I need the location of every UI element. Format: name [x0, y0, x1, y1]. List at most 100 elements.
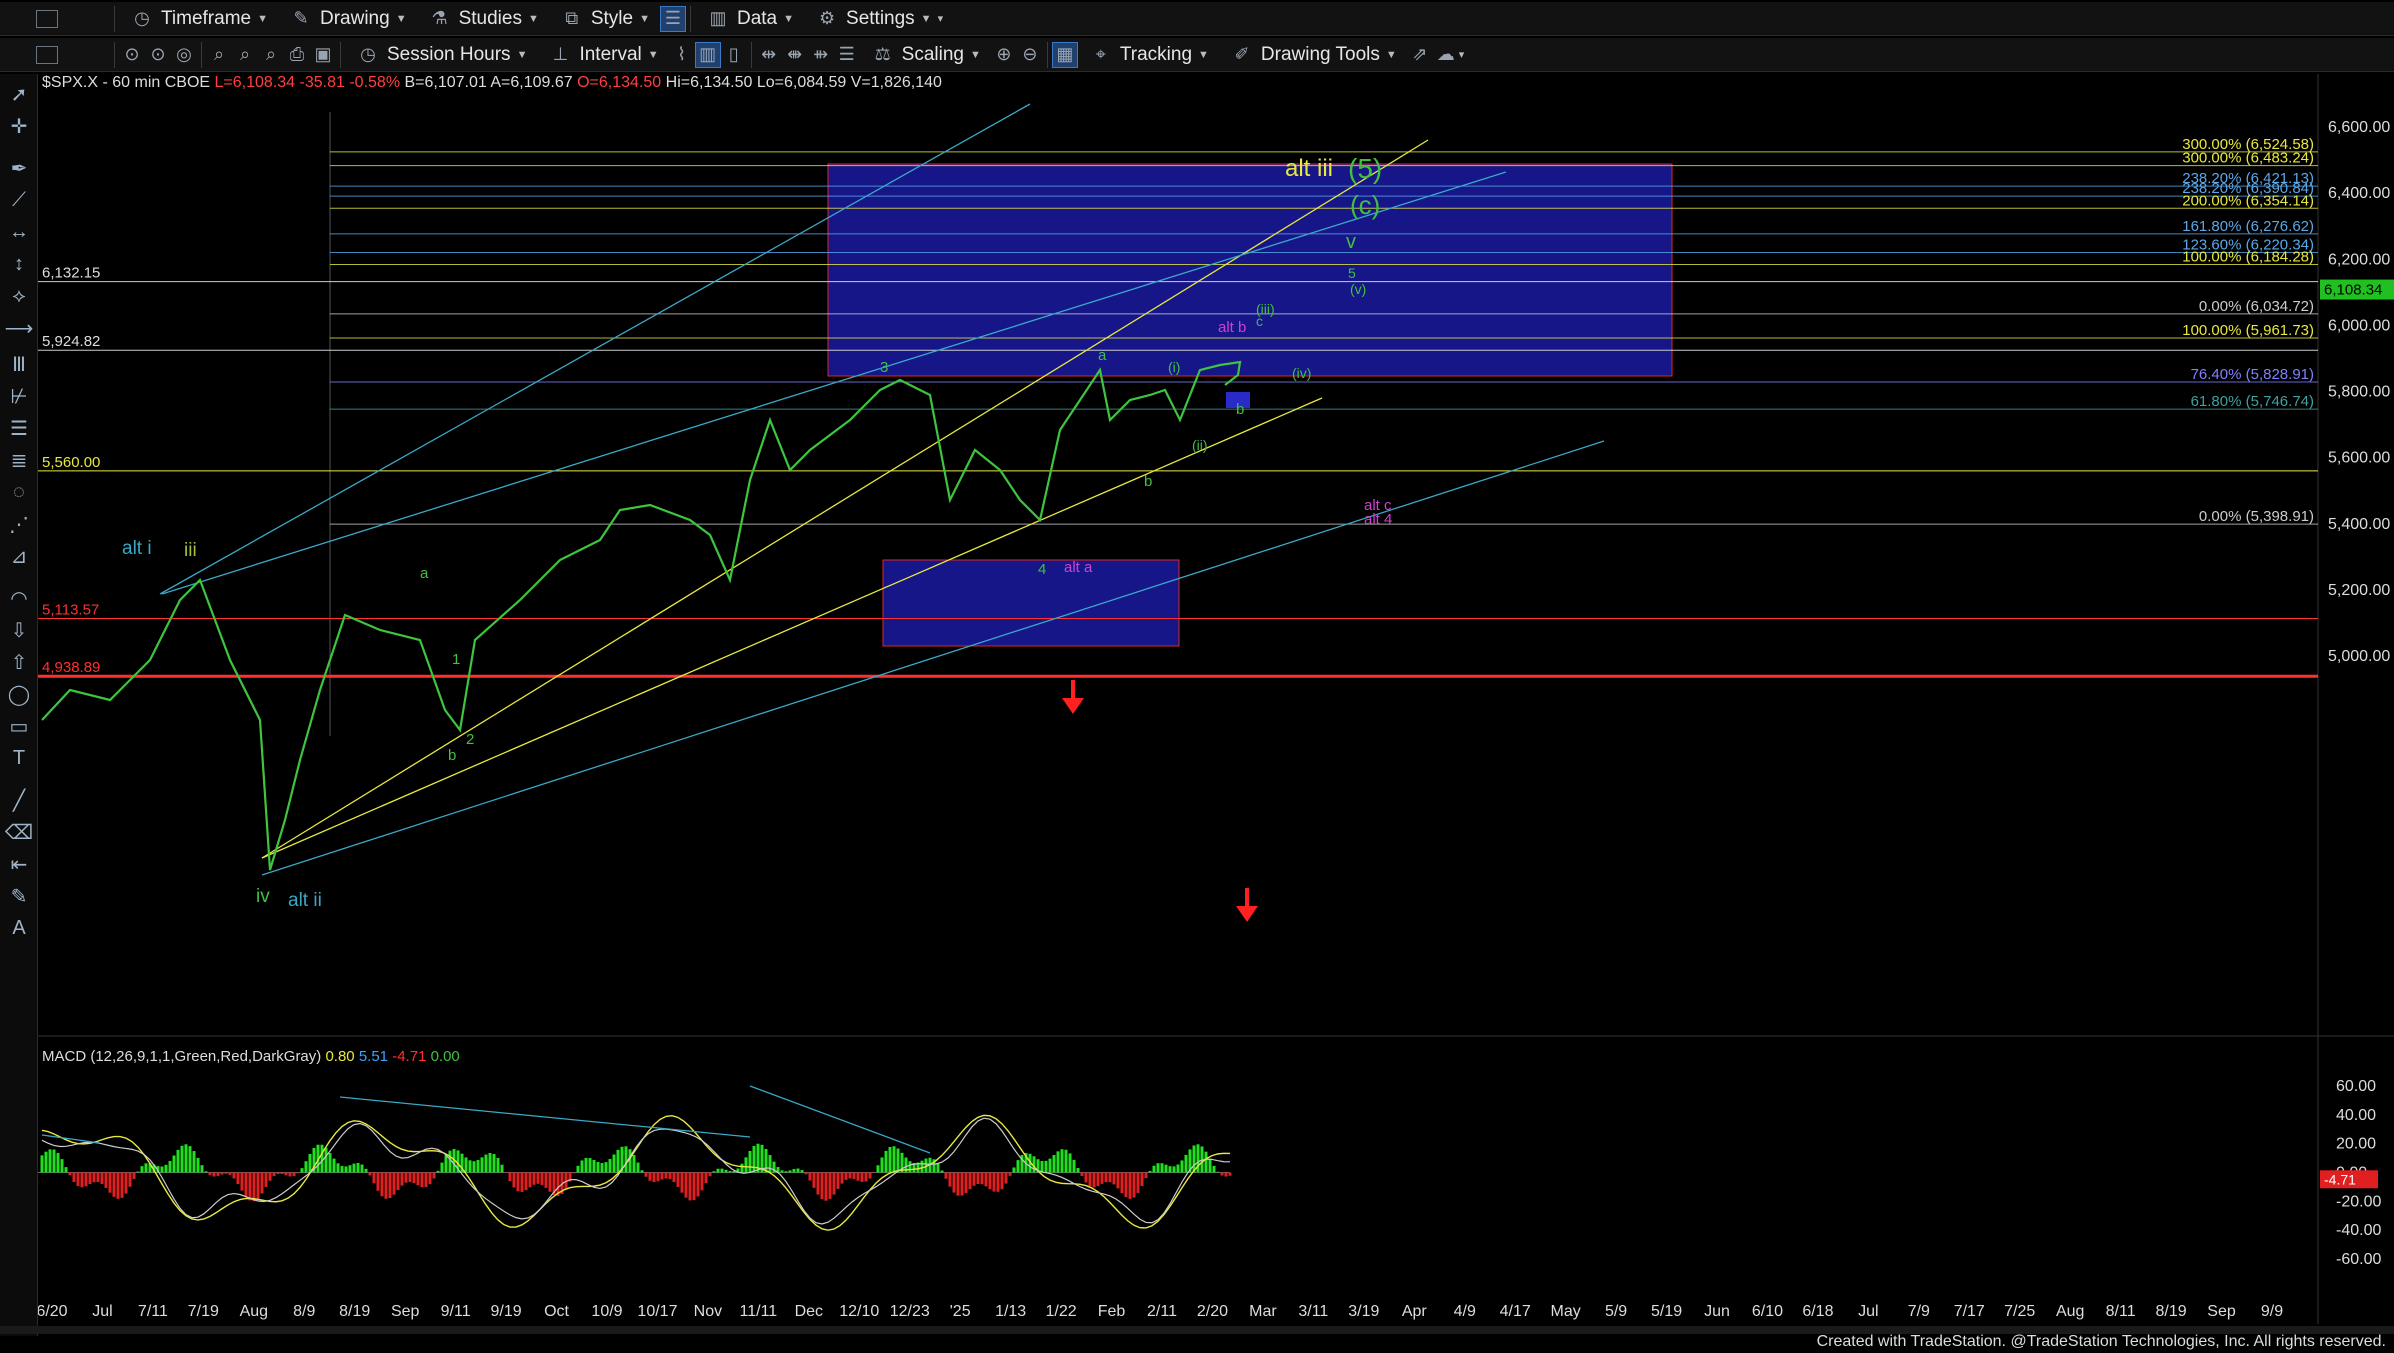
- export-icon[interactable]: ⇗: [1407, 42, 1433, 68]
- pencil-icon[interactable]: ✎: [4, 882, 34, 910]
- search-icon[interactable]: ⌕: [258, 42, 284, 68]
- gann-icon[interactable]: ⊬: [4, 382, 34, 410]
- settings-menu[interactable]: ⚙ Settings ▼ ▾: [804, 4, 953, 34]
- pen-icon[interactable]: ✒: [4, 154, 34, 182]
- chevron-down-icon[interactable]: ▾: [1459, 48, 1465, 61]
- wave-label-v: v: [1346, 231, 1356, 253]
- crosshair-icon[interactable]: ✛: [4, 112, 34, 140]
- chevron-down-icon: ▼: [969, 48, 981, 61]
- layout-icon[interactable]: ☰: [659, 5, 686, 32]
- main-toolbar: ◷ Timeframe ▼ ✎ Drawing ▼ ⚗ Studies ▼ ⧉ …: [0, 2, 2394, 36]
- zoom-icon[interactable]: ⌕: [206, 42, 232, 68]
- cloud-icon[interactable]: ☁: [1433, 42, 1459, 68]
- time-axis-label: 8/11: [2106, 1303, 2136, 1320]
- grid-icon[interactable]: ▦: [1051, 41, 1078, 68]
- line-icon[interactable]: ╱: [4, 786, 34, 814]
- chevron-down-icon: ▼: [257, 12, 268, 25]
- data-label: Data: [736, 7, 778, 29]
- more-caret-icon: ▾: [937, 13, 944, 25]
- toolbar-divider: [114, 41, 115, 68]
- ellipse-icon[interactable]: ◯: [4, 680, 34, 708]
- macd-title: MACD (12,26,9,1,1,Green,Red,DarkGray): [42, 1048, 322, 1065]
- zoom-in-icon[interactable]: ⊕: [991, 42, 1017, 68]
- drawing-tools-menu[interactable]: ✐ Drawing Tools ▼: [1219, 40, 1407, 70]
- zoom-out-icon[interactable]: ⊖: [1017, 42, 1043, 68]
- macd-divergence-line: [749, 1085, 931, 1154]
- link-icon[interactable]: ⊙: [119, 42, 145, 68]
- horizontal-line-icon[interactable]: ↔: [4, 218, 34, 246]
- studies-menu[interactable]: ⚗ Studies ▼: [417, 4, 549, 34]
- time-axis-label: '25: [950, 1303, 971, 1320]
- price-axis-label: 6,400.00: [2328, 185, 2390, 202]
- search-icon[interactable]: ⌕: [232, 42, 258, 68]
- time-axis-label: 10/17: [637, 1303, 677, 1320]
- volume: V=1,826,140: [850, 74, 942, 91]
- arc-icon[interactable]: ◠: [4, 584, 34, 612]
- expand-icon[interactable]: ⇻: [808, 42, 834, 68]
- fan-icon[interactable]: ⋰: [4, 510, 34, 538]
- low-price: Lo=6,084.59: [756, 74, 847, 91]
- print-icon[interactable]: ⎙: [284, 42, 310, 68]
- arrow-down-icon[interactable]: ⇩: [4, 616, 34, 644]
- time-axis-label: 8/19: [2156, 1303, 2187, 1320]
- drawing-menu[interactable]: ✎ Drawing ▼: [278, 4, 417, 34]
- drawing-tools-label: Drawing Tools: [1260, 43, 1380, 65]
- link-icon[interactable]: ⊙: [145, 42, 171, 68]
- macd-axis-label: -60.00: [2336, 1251, 2381, 1268]
- net-change: -35.81: [299, 74, 345, 91]
- speed-line-icon[interactable]: ⊿: [4, 542, 34, 570]
- interval-menu[interactable]: ⊥ Interval ▼: [537, 40, 668, 70]
- trendline-icon[interactable]: ⟋: [4, 186, 34, 214]
- channel-icon[interactable]: ⟡: [4, 282, 34, 310]
- snap-icon[interactable]: ⇤: [4, 850, 34, 878]
- time-axis-label: 9/11: [441, 1303, 471, 1320]
- font-icon[interactable]: A: [4, 914, 34, 942]
- time-axis-label: Nov: [694, 1303, 722, 1320]
- tracking-menu[interactable]: ⌖ Tracking ▼: [1078, 40, 1219, 70]
- interval-label: Interval: [579, 43, 642, 65]
- price-axis-label: 5,600.00: [2328, 450, 2390, 467]
- eraser-icon[interactable]: ⌫: [4, 818, 34, 846]
- refresh-icon[interactable]: ◎: [171, 42, 197, 68]
- window-icon[interactable]: [36, 9, 58, 28]
- price-axis-label: 6,600.00: [2328, 119, 2390, 136]
- interval-icon: ⊥: [552, 44, 569, 64]
- price-chart[interactable]: 300.00% (6,524.58)300.00% (6,483.24)238.…: [38, 74, 2394, 1326]
- session-hours-menu[interactable]: ◷ Session Hours ▼: [345, 40, 537, 70]
- vertical-line-icon[interactable]: ↕: [4, 250, 34, 278]
- line-chart-icon[interactable]: ⌇: [669, 42, 695, 68]
- fib-icon[interactable]: Ⅲ: [4, 350, 34, 378]
- time-axis-label: 1/22: [1046, 1303, 1077, 1320]
- chevron-down-icon: ▼: [516, 48, 528, 61]
- candle-chart-icon[interactable]: ▯: [721, 42, 747, 68]
- chevron-down-icon: ▼: [647, 48, 659, 61]
- spiral-icon[interactable]: ◌: [4, 478, 34, 506]
- data-menu[interactable]: ▥ Data ▼: [695, 4, 804, 34]
- timeframe-menu[interactable]: ◷ Timeframe ▼: [119, 4, 278, 34]
- time-axis-label: 7/25: [2004, 1303, 2035, 1320]
- fib-level-label: 76.40% (5,828.91): [2191, 366, 2314, 383]
- arrow-up-icon[interactable]: ⇧: [4, 648, 34, 676]
- open-price: O=6,134.50: [577, 74, 662, 91]
- rectangle-icon[interactable]: ▭: [4, 712, 34, 740]
- wave-label-iv: iv: [256, 886, 270, 907]
- image-icon[interactable]: ▣: [310, 42, 336, 68]
- fib-extension-icon[interactable]: ≣: [4, 446, 34, 474]
- pointer-icon[interactable]: ➚: [4, 80, 34, 108]
- text-icon[interactable]: T: [4, 744, 34, 772]
- compress-icon[interactable]: ⇼: [782, 42, 808, 68]
- style-menu[interactable]: ⧉ Style ▼: [549, 4, 660, 34]
- wave-label-iii: iii: [184, 540, 197, 561]
- fib-levels-icon[interactable]: ☰: [4, 414, 34, 442]
- chevron-down-icon: ▼: [920, 12, 932, 25]
- chevron-down-icon: ▼: [783, 12, 795, 25]
- scroll-icon[interactable]: ⇹: [756, 42, 782, 68]
- percent-change: -0.58%: [349, 74, 401, 91]
- layout-icon[interactable]: ☰: [834, 42, 860, 68]
- window-icon[interactable]: [36, 45, 58, 64]
- ray-icon[interactable]: ⟶: [4, 314, 34, 342]
- time-axis-label: 3/19: [1348, 1303, 1379, 1320]
- high-price: Hi=6,134.50: [665, 74, 753, 91]
- bar-chart-icon[interactable]: ▥: [694, 41, 721, 68]
- scaling-menu[interactable]: ⚖ Scaling ▼: [860, 40, 991, 70]
